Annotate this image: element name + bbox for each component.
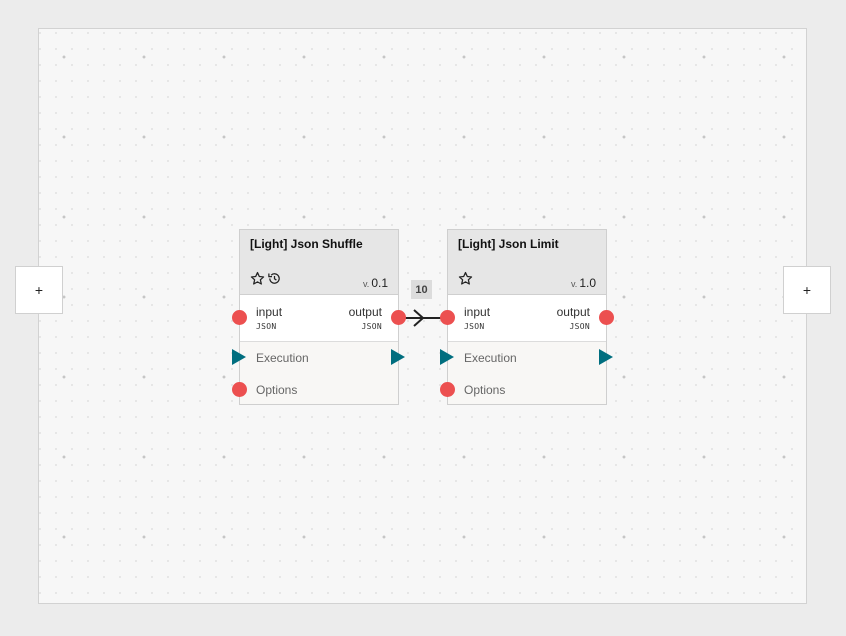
edge-count-badge: 10 [411, 280, 432, 299]
input-port[interactable] [232, 310, 247, 325]
execution-in-port[interactable] [232, 349, 246, 365]
output-port[interactable] [599, 310, 614, 325]
edge-connector[interactable] [0, 0, 846, 636]
execution-in-port[interactable] [440, 349, 454, 365]
options-port[interactable] [232, 382, 247, 397]
execution-out-port[interactable] [391, 349, 405, 365]
options-port[interactable] [440, 382, 455, 397]
input-port[interactable] [440, 310, 455, 325]
execution-out-port[interactable] [599, 349, 613, 365]
output-port[interactable] [391, 310, 406, 325]
